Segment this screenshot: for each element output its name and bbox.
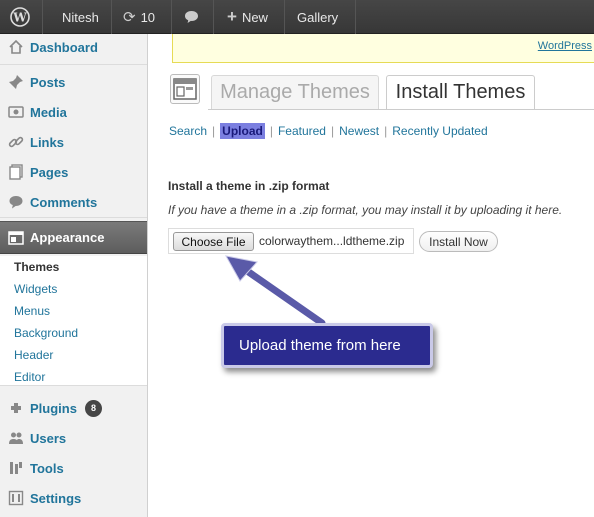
callout-text: Upload theme from here — [239, 337, 401, 354]
annotation-arrow — [225, 255, 326, 327]
annotation-callout: Upload theme from here — [221, 323, 433, 368]
